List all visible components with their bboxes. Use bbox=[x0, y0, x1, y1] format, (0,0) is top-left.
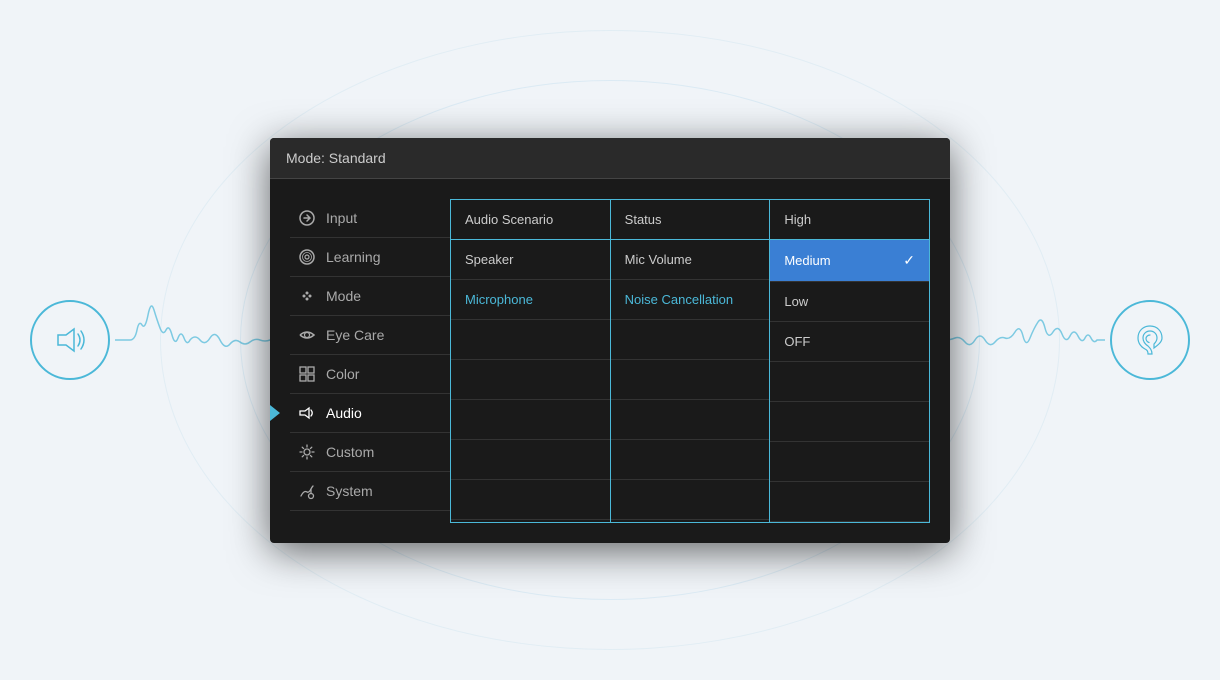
sidebar-mode-label: Mode bbox=[326, 288, 361, 304]
panel2-row-mic-volume[interactable]: Mic Volume bbox=[611, 240, 770, 280]
content-panels: Audio Scenario Speaker Microphone Status… bbox=[450, 199, 930, 523]
custom-icon bbox=[298, 443, 316, 461]
speaker-icon-circle bbox=[30, 300, 110, 380]
panel1-row-7 bbox=[451, 480, 610, 520]
sidebar-color-label: Color bbox=[326, 366, 359, 382]
panel1-header: Audio Scenario bbox=[451, 200, 610, 240]
ear-icon-circle bbox=[1110, 300, 1190, 380]
sidebar-system-label: System bbox=[326, 483, 373, 499]
sidebar-item-input[interactable]: Input bbox=[290, 199, 450, 238]
panel-audio-scenario: Audio Scenario Speaker Microphone bbox=[451, 200, 611, 522]
sidebar-custom-label: Custom bbox=[326, 444, 374, 460]
panel2-row-4 bbox=[611, 360, 770, 400]
panel3-header: High bbox=[770, 200, 929, 240]
panel-status: Status Mic Volume Noise Cancellation bbox=[611, 200, 771, 522]
panel2-row-5 bbox=[611, 400, 770, 440]
panel3-option-medium[interactable]: Medium ✓ bbox=[770, 240, 929, 282]
sidebar-audio-label: Audio bbox=[326, 405, 362, 421]
panel3-row-6 bbox=[770, 442, 929, 482]
eyecare-icon bbox=[298, 326, 316, 344]
system-icon bbox=[298, 482, 316, 500]
panel1-row-speaker[interactable]: Speaker bbox=[451, 240, 610, 280]
panel2-row-3 bbox=[611, 320, 770, 360]
panel1-row-6 bbox=[451, 440, 610, 480]
panel3-row-5 bbox=[770, 402, 929, 442]
sidebar-eyecare-label: Eye Care bbox=[326, 327, 384, 343]
sidebar-item-mode[interactable]: Mode bbox=[290, 277, 450, 316]
sidebar-learning-label: Learning bbox=[326, 249, 381, 265]
color-icon bbox=[298, 365, 316, 383]
sidebar-item-audio[interactable]: Audio bbox=[290, 394, 450, 433]
waveform-left bbox=[115, 300, 275, 380]
audio-icon bbox=[298, 404, 316, 422]
mode-icon bbox=[298, 287, 316, 305]
input-icon bbox=[298, 209, 316, 227]
sidebar-input-label: Input bbox=[326, 210, 357, 226]
panel3-option-low[interactable]: Low bbox=[770, 282, 929, 322]
checkmark-icon: ✓ bbox=[903, 252, 915, 269]
panel1-row-microphone[interactable]: Microphone bbox=[451, 280, 610, 320]
panel2-row-6 bbox=[611, 440, 770, 480]
panel2-row-7 bbox=[611, 480, 770, 520]
learning-icon bbox=[298, 248, 316, 266]
panel1-row-3 bbox=[451, 320, 610, 360]
panel3-row-7 bbox=[770, 482, 929, 522]
panel2-row-noise-cancellation[interactable]: Noise Cancellation bbox=[611, 280, 770, 320]
panel3-option-off[interactable]: OFF bbox=[770, 322, 929, 362]
sidebar-item-system[interactable]: System bbox=[290, 472, 450, 511]
waveform-right bbox=[945, 300, 1105, 380]
panel3-row-4 bbox=[770, 362, 929, 402]
sidebar: Input Learning Mode bbox=[290, 199, 450, 523]
sidebar-item-color[interactable]: Color bbox=[290, 355, 450, 394]
panel-options: High Medium ✓ Low OFF bbox=[770, 200, 929, 522]
mode-label: Mode: Standard bbox=[286, 150, 386, 166]
panel1-row-5 bbox=[451, 400, 610, 440]
title-bar: Mode: Standard bbox=[270, 138, 950, 179]
sidebar-item-eyecare[interactable]: Eye Care bbox=[290, 316, 450, 355]
sidebar-item-learning[interactable]: Learning bbox=[290, 238, 450, 277]
panel1-row-4 bbox=[451, 360, 610, 400]
settings-dialog: Mode: Standard Input Learning bbox=[270, 138, 950, 543]
sidebar-item-custom[interactable]: Custom bbox=[290, 433, 450, 472]
panel2-header: Status bbox=[611, 200, 770, 240]
